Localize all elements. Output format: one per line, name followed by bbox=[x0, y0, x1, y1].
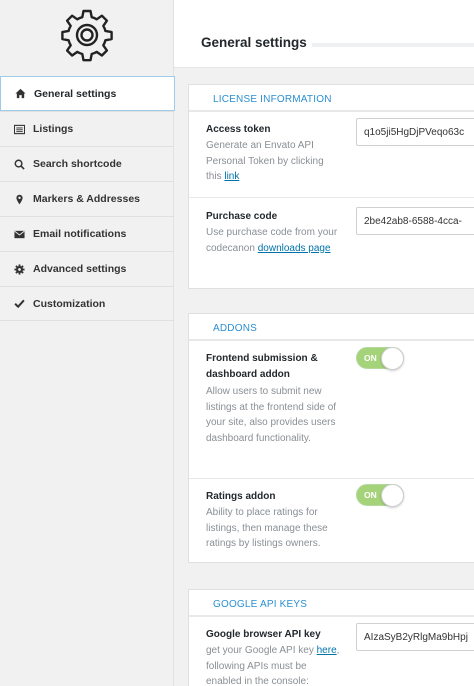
purchase-code-row: Purchase code Use purchase code from you… bbox=[189, 197, 474, 289]
access-token-row: Access token Generate an Envato API Pers… bbox=[189, 111, 474, 197]
sidebar-item-label: General settings bbox=[34, 87, 117, 100]
panel-title: ADDONS bbox=[213, 323, 257, 334]
access-token-input[interactable] bbox=[356, 118, 474, 146]
sidebar-item-customization[interactable]: Customization bbox=[0, 286, 174, 321]
panel-header: ADDONS bbox=[189, 314, 474, 340]
panel-title: GOOGLE API KEYS bbox=[213, 599, 308, 610]
frontend-addon-label: Frontend submission & dashboard addon bbox=[206, 353, 318, 380]
panel-title: LICENSE INFORMATION bbox=[213, 94, 332, 105]
main-content: General settings LICENSE INFORMATION Acc… bbox=[174, 0, 474, 686]
gear-icon bbox=[13, 263, 25, 275]
sidebar: General settings Listings Search shortco… bbox=[0, 0, 175, 686]
ratings-addon-toggle[interactable]: ON bbox=[356, 484, 404, 507]
sidebar-item-label: Advanced settings bbox=[33, 263, 127, 275]
toggle-knob bbox=[381, 484, 404, 507]
frontend-addon-row: Frontend submission & dashboard addon Al… bbox=[189, 340, 474, 478]
gear-logo-icon bbox=[61, 9, 113, 62]
sidebar-item-markers-addresses[interactable]: Markers & Addresses bbox=[0, 181, 174, 216]
google-browser-key-input[interactable] bbox=[356, 623, 474, 651]
search-icon bbox=[13, 158, 25, 170]
list-icon bbox=[13, 123, 25, 135]
sidebar-item-general-settings[interactable]: General settings bbox=[0, 76, 175, 111]
access-token-desc: Generate an Envato API Personal Token by… bbox=[206, 140, 324, 182]
map-marker-icon bbox=[13, 193, 25, 205]
envelope-icon bbox=[13, 228, 25, 240]
sidebar-item-label: Markers & Addresses bbox=[33, 193, 140, 205]
sidebar-item-listings[interactable]: Listings bbox=[0, 111, 174, 146]
envato-token-link[interactable]: link bbox=[224, 171, 239, 182]
panel-header: LICENSE INFORMATION bbox=[189, 85, 474, 111]
frontend-addon-toggle[interactable]: ON bbox=[356, 347, 404, 370]
sidebar-item-label: Listings bbox=[33, 123, 74, 135]
sidebar-item-label: Email notifications bbox=[33, 228, 127, 240]
addons-panel: ADDONS Frontend submission & dashboard a… bbox=[188, 313, 474, 563]
frontend-addon-desc: Allow users to submit new listings at th… bbox=[206, 386, 337, 444]
purchase-code-label: Purchase code bbox=[206, 211, 278, 222]
license-panel: LICENSE INFORMATION Access token Generat… bbox=[188, 84, 474, 289]
page-header: General settings bbox=[174, 0, 474, 68]
ratings-addon-label: Ratings addon bbox=[206, 491, 276, 502]
toggle-state: ON bbox=[364, 490, 377, 500]
downloads-page-link[interactable]: downloads page bbox=[258, 243, 331, 254]
google-api-key-link[interactable]: here bbox=[317, 645, 337, 656]
google-api-panel: GOOGLE API KEYS Google browser API key g… bbox=[188, 589, 474, 686]
ratings-addon-row: Ratings addon Ability to place ratings f… bbox=[189, 478, 474, 564]
home-icon bbox=[14, 88, 26, 100]
google-browser-key-label: Google browser API key bbox=[206, 629, 321, 640]
sidebar-item-search-shortcode[interactable]: Search shortcode bbox=[0, 146, 174, 181]
page-title: General settings bbox=[201, 35, 307, 50]
google-browser-key-row: Google browser API key get your Google A… bbox=[189, 616, 474, 686]
sidebar-item-label: Customization bbox=[33, 297, 106, 310]
access-token-label: Access token bbox=[206, 124, 271, 135]
toggle-state: ON bbox=[364, 353, 377, 363]
purchase-code-desc: Use purchase code from your codecanon do… bbox=[206, 227, 338, 254]
sidebar-item-advanced-settings[interactable]: Advanced settings bbox=[0, 251, 174, 286]
google-browser-key-desc: get your Google API key here, following … bbox=[206, 645, 340, 686]
sidebar-item-label: Search shortcode bbox=[33, 158, 122, 170]
title-divider bbox=[312, 43, 474, 47]
purchase-code-input[interactable] bbox=[356, 207, 474, 235]
toggle-knob bbox=[381, 347, 404, 370]
sidebar-item-email-notifications[interactable]: Email notifications bbox=[0, 216, 174, 251]
check-icon bbox=[13, 298, 25, 310]
panel-header: GOOGLE API KEYS bbox=[189, 590, 474, 616]
ratings-addon-desc: Ability to place ratings for listings, t… bbox=[206, 507, 328, 549]
sidebar-nav: General settings Listings Search shortco… bbox=[0, 76, 175, 321]
